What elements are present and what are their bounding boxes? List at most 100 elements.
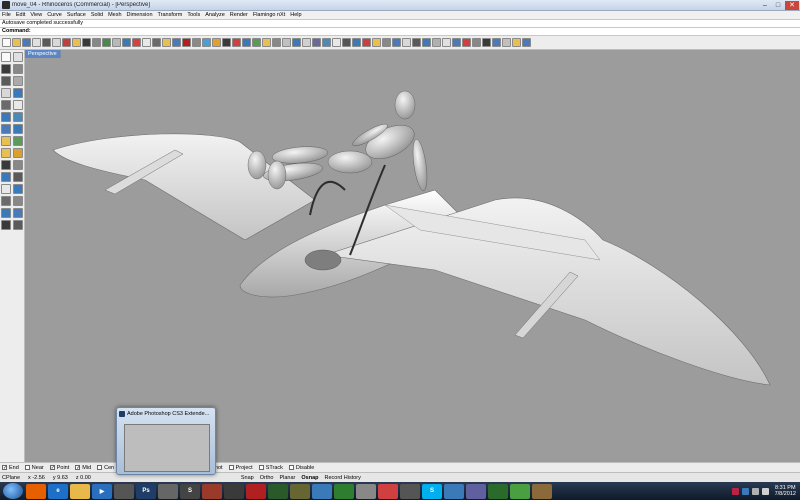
osnap-pane[interactable]: Osnap [301,475,318,481]
toolbar-tool-icon[interactable] [372,38,381,47]
toolbar-tool-icon[interactable] [402,38,411,47]
checkbox[interactable] [258,465,264,470]
taskbar-clock-app-icon[interactable] [510,483,530,499]
left-tool-icon[interactable] [1,124,11,134]
menu-render[interactable]: Render [230,12,248,18]
left-tool-icon[interactable] [13,124,23,134]
toolbar-tool-icon[interactable] [22,38,31,47]
toolbar-tool-icon[interactable] [272,38,281,47]
toolbar-tool-icon[interactable] [472,38,481,47]
checkbox[interactable]: ✓ [49,465,55,471]
toolbar-tool-icon[interactable] [262,38,271,47]
ortho-pane[interactable]: Ortho [260,475,274,481]
left-tool-icon[interactable] [1,88,11,98]
toolbar-tool-icon[interactable] [52,38,61,47]
toolbar-tool-icon[interactable] [502,38,511,47]
toolbar-tool-icon[interactable] [362,38,371,47]
left-tool-icon[interactable] [13,88,23,98]
taskbar-rhino-icon[interactable] [114,483,134,499]
toolbar-tool-icon[interactable] [42,38,51,47]
osnap-project[interactable]: Project [228,465,253,471]
left-tool-icon[interactable] [1,76,11,86]
menu-tools[interactable]: Tools [187,12,200,18]
toolbar-tool-icon[interactable] [462,38,471,47]
menu-curve[interactable]: Curve [47,12,62,18]
left-tool-icon[interactable] [13,208,23,218]
menu-flamingo[interactable]: Flamingo nXt [253,12,285,18]
record-history-pane[interactable]: Record History [325,475,361,481]
toolbar-tool-icon[interactable] [72,38,81,47]
menu-view[interactable]: View [30,12,42,18]
tray-onenote-icon[interactable] [731,487,739,495]
toolbar-tool-icon[interactable] [12,38,21,47]
tray-flag-icon[interactable] [761,487,769,495]
taskbar-app22-icon[interactable] [488,483,508,499]
toolbar-tool-icon[interactable] [332,38,341,47]
toolbar-tool-icon[interactable] [202,38,211,47]
toolbar-tool-icon[interactable] [322,38,331,47]
toolbar-tool-icon[interactable] [352,38,361,47]
menu-transform[interactable]: Transform [158,12,183,18]
taskbar-photoshop-icon[interactable]: Ps [136,483,156,499]
checkbox[interactable] [97,465,103,470]
toolbar-tool-icon[interactable] [442,38,451,47]
toolbar-tool-icon[interactable] [102,38,111,47]
toolbar-tool-icon[interactable] [92,38,101,47]
tray-volume-icon[interactable] [751,487,759,495]
taskbar-ie-icon[interactable]: e [48,483,68,499]
left-tool-icon[interactable] [1,172,11,182]
taskbar-app21-icon[interactable] [466,483,486,499]
taskbar-skype-icon[interactable]: S [422,483,442,499]
toolbar-tool-icon[interactable] [172,38,181,47]
toolbar-tool-icon[interactable] [222,38,231,47]
toolbar-tool-icon[interactable] [382,38,391,47]
taskbar-app14-icon[interactable] [312,483,332,499]
taskbar-app12-icon[interactable] [268,483,288,499]
left-tool-icon[interactable] [13,172,23,182]
toolbar-tool-icon[interactable] [122,38,131,47]
taskbar-app11-icon[interactable] [246,483,266,499]
osnap-mid[interactable]: ✓ Mid [75,465,91,471]
planar-pane[interactable]: Planar [279,475,295,481]
left-tool-icon[interactable] [13,136,23,146]
taskbar-app13-icon[interactable] [290,483,310,499]
toolbar-tool-icon[interactable] [422,38,431,47]
toolbar-tool-icon[interactable] [132,38,141,47]
toolbar-tool-icon[interactable] [32,38,41,47]
taskbar-app15-icon[interactable] [334,483,354,499]
taskbar-app18-icon[interactable] [400,483,420,499]
menu-help[interactable]: Help [290,12,301,18]
menu-edit[interactable]: Edit [16,12,25,18]
toolbar-tool-icon[interactable] [282,38,291,47]
left-tool-icon[interactable] [13,52,23,62]
menu-dimension[interactable]: Dimension [127,12,153,18]
left-tool-icon[interactable] [1,100,11,110]
taskbar-folder-icon[interactable] [70,483,90,499]
osnap-disable[interactable]: Disable [288,465,314,471]
left-tool-icon[interactable] [1,196,11,206]
checkbox[interactable] [228,465,234,470]
toolbar-tool-icon[interactable] [212,38,221,47]
menu-analyze[interactable]: Analyze [205,12,225,18]
left-tool-icon[interactable] [1,52,11,62]
toolbar-tool-icon[interactable] [112,38,121,47]
close-button[interactable]: ✕ [785,0,799,10]
menu-solid[interactable]: Solid [91,12,103,18]
taskbar-sketchbook-icon[interactable]: S [180,483,200,499]
toolbar-tool-icon[interactable] [392,38,401,47]
toolbar-tool-icon[interactable] [62,38,71,47]
taskbar-media-icon[interactable]: ▶ [92,483,112,499]
toolbar-tool-icon[interactable] [182,38,191,47]
toolbar-tool-icon[interactable] [452,38,461,47]
toolbar-tool-icon[interactable] [512,38,521,47]
left-tool-icon[interactable] [13,64,23,74]
start-button[interactable] [3,483,23,499]
left-tool-icon[interactable] [1,220,11,230]
toolbar-tool-icon[interactable] [412,38,421,47]
osnap-near[interactable]: Near [24,465,44,471]
checkbox[interactable]: ✓ [75,465,80,471]
toolbar-tool-icon[interactable] [2,38,11,47]
maximize-button[interactable]: □ [772,1,784,10]
left-tool-icon[interactable] [13,196,23,206]
snap-pane[interactable]: Snap [241,475,254,481]
